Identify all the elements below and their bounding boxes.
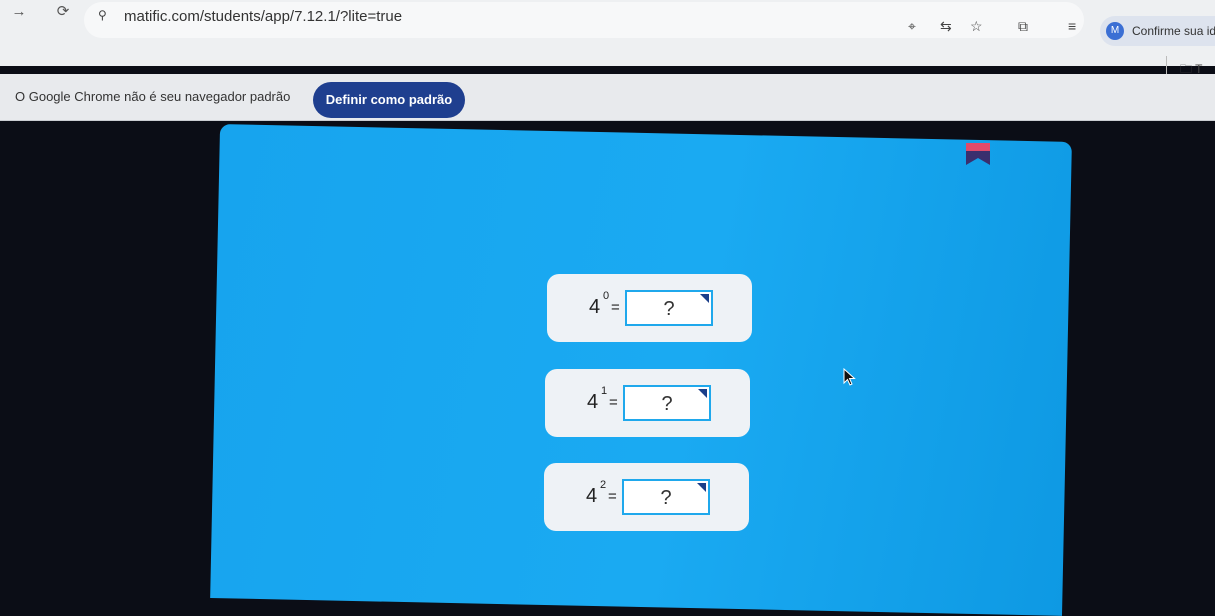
reading-list-icon[interactable]: ≡: [1068, 18, 1076, 34]
dropdown-corner-icon: [698, 389, 707, 398]
default-browser-infobar: O Google Chrome não é seu navegador padr…: [0, 74, 1215, 121]
ribbon-bookmark-icon[interactable]: [966, 143, 990, 165]
answer-placeholder: ?: [660, 487, 672, 509]
equals-sign: =: [609, 394, 618, 411]
site-settings-icon[interactable]: ⚲: [98, 8, 107, 22]
dropdown-corner-icon: [697, 483, 706, 492]
dropdown-corner-icon: [700, 294, 709, 303]
equation-card: 4 2 = ?: [544, 463, 749, 531]
extensions-icon[interactable]: ⧉: [1018, 18, 1028, 34]
back-icon[interactable]: →: [8, 2, 30, 22]
bookmark-star-icon[interactable]: ☆: [970, 18, 983, 34]
equation-exponent: 0: [603, 290, 610, 302]
answer-placeholder: ?: [663, 298, 675, 320]
url-text[interactable]: matific.com/students/app/7.12.1/?lite=tr…: [124, 8, 402, 25]
answer-dropdown[interactable]: ?: [623, 385, 711, 421]
equation-exponent: 2: [600, 479, 607, 491]
set-default-button[interactable]: Definir como padrão: [313, 82, 465, 118]
profile-label: Confirme sua id: [1132, 24, 1215, 38]
address-bar[interactable]: ⚲ matific.com/students/app/7.12.1/?lite=…: [84, 2, 1084, 38]
equation-base: 4: [589, 296, 601, 318]
reload-icon[interactable]: ⟳: [52, 2, 74, 22]
answer-placeholder: ?: [661, 393, 673, 415]
equation-card: 4 0 = ?: [547, 274, 752, 342]
equals-sign: =: [611, 299, 620, 316]
equation-card: 4 1 = ?: [545, 369, 750, 437]
equals-sign: =: [608, 488, 617, 505]
translate-icon[interactable]: ⇆: [940, 18, 952, 34]
equation-exponent: 1: [601, 385, 608, 397]
browser-toolbar: → ⟳ ⚲ matific.com/students/app/7.12.1/?l…: [0, 0, 1215, 76]
location-icon[interactable]: ⌖: [908, 18, 916, 34]
equation-base: 4: [587, 391, 599, 413]
answer-dropdown[interactable]: ?: [625, 290, 713, 326]
equation-base: 4: [586, 485, 598, 507]
profile-icon: M: [1106, 22, 1124, 40]
infobar-message: O Google Chrome não é seu navegador padr…: [15, 89, 291, 104]
bookmark-separator: [1166, 56, 1167, 74]
profile-chip[interactable]: M Confirme sua id: [1100, 16, 1215, 46]
answer-dropdown[interactable]: ?: [622, 479, 710, 515]
mouse-cursor-icon: [843, 368, 856, 386]
